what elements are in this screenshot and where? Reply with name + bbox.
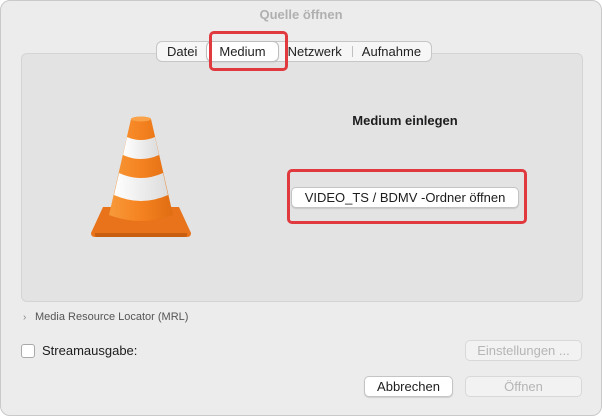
tab-netzwerk[interactable]: Netzwerk <box>278 42 352 61</box>
window-title: Quelle öffnen <box>259 7 343 22</box>
chevron-right-icon: › <box>23 311 27 323</box>
open-video-ts-folder-button[interactable]: VIDEO_TS / BDMV -Ordner öffnen <box>291 187 519 208</box>
open-source-dialog: Quelle öffnen Datei Medium Netzwerk Aufn… <box>0 0 602 416</box>
tab-medium[interactable]: Medium <box>207 42 278 61</box>
open-button[interactable]: Öffnen <box>465 376 582 397</box>
mrl-disclosure[interactable]: › Media Resource Locator (MRL) <box>23 311 188 323</box>
settings-button[interactable]: Einstellungen ... <box>465 340 582 361</box>
tab-datei[interactable]: Datei <box>157 42 207 61</box>
mrl-label: Media Resource Locator (MRL) <box>35 311 189 323</box>
tab-aufnahme[interactable]: Aufnahme <box>351 42 431 61</box>
stream-output-label: Streamausgabe: <box>42 343 138 358</box>
source-tab-bar: Datei Medium Netzwerk Aufnahme <box>156 41 433 62</box>
stream-output-checkbox[interactable] <box>21 343 35 358</box>
cancel-button[interactable]: Abbrechen <box>364 376 453 397</box>
vlc-cone-icon <box>91 116 191 237</box>
insert-disc-heading: Medium einlegen <box>352 113 458 128</box>
stream-output-row: Streamausgabe: <box>21 343 137 358</box>
